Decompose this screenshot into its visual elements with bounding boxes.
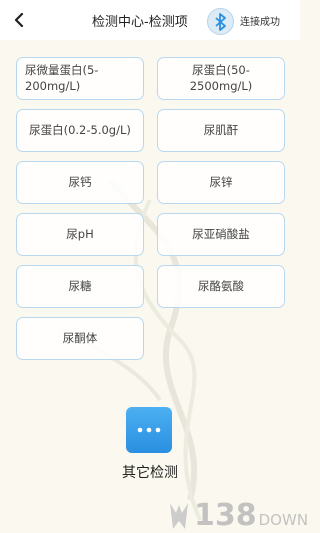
test-item-urine-ph[interactable]: 尿pH bbox=[16, 213, 144, 256]
other-tests-button[interactable] bbox=[126, 407, 172, 453]
chevron-left-icon bbox=[14, 13, 24, 27]
test-item-urine-glucose[interactable]: 尿糖 bbox=[16, 265, 144, 308]
watermark-number: 138 bbox=[194, 498, 257, 533]
test-item-urine-ketone[interactable]: 尿酮体 bbox=[16, 317, 144, 360]
page-title: 检测中心-检测项 bbox=[92, 15, 188, 30]
watermark-text: DOWN bbox=[258, 511, 309, 529]
watermark-logo-icon bbox=[170, 503, 188, 529]
test-item-urine-calcium[interactable]: 尿钙 bbox=[16, 161, 144, 204]
more-dots-icon bbox=[137, 427, 161, 433]
bluetooth-glyph bbox=[214, 12, 226, 31]
test-item-urine-zinc[interactable]: 尿锌 bbox=[157, 161, 285, 204]
test-item-grid: 尿微量蛋白(5-200mg/L) 尿蛋白(50-2500mg/L) 尿蛋白(0.… bbox=[16, 57, 286, 360]
test-item-urine-protein-mg[interactable]: 尿蛋白(50-2500mg/L) bbox=[157, 57, 285, 100]
top-header: 检测中心-检测项 连接成功 bbox=[0, 0, 300, 40]
test-item-urine-creatinine[interactable]: 尿肌酐 bbox=[157, 109, 285, 152]
test-item-urine-protein-g[interactable]: 尿蛋白(0.2-5.0g/L) bbox=[16, 109, 144, 152]
connection-status: 连接成功 bbox=[240, 17, 280, 28]
test-item-urine-nitrite[interactable]: 尿亚硝酸盐 bbox=[157, 213, 285, 256]
test-item-urine-tyrosine[interactable]: 尿酪氨酸 bbox=[157, 265, 285, 308]
bluetooth-icon[interactable] bbox=[207, 8, 234, 35]
back-button[interactable] bbox=[8, 9, 30, 31]
test-item-urine-microalbumin[interactable]: 尿微量蛋白(5-200mg/L) bbox=[16, 57, 144, 100]
other-tests-label: 其它检测 bbox=[122, 465, 178, 481]
watermark: 138 DOWN bbox=[168, 497, 308, 531]
